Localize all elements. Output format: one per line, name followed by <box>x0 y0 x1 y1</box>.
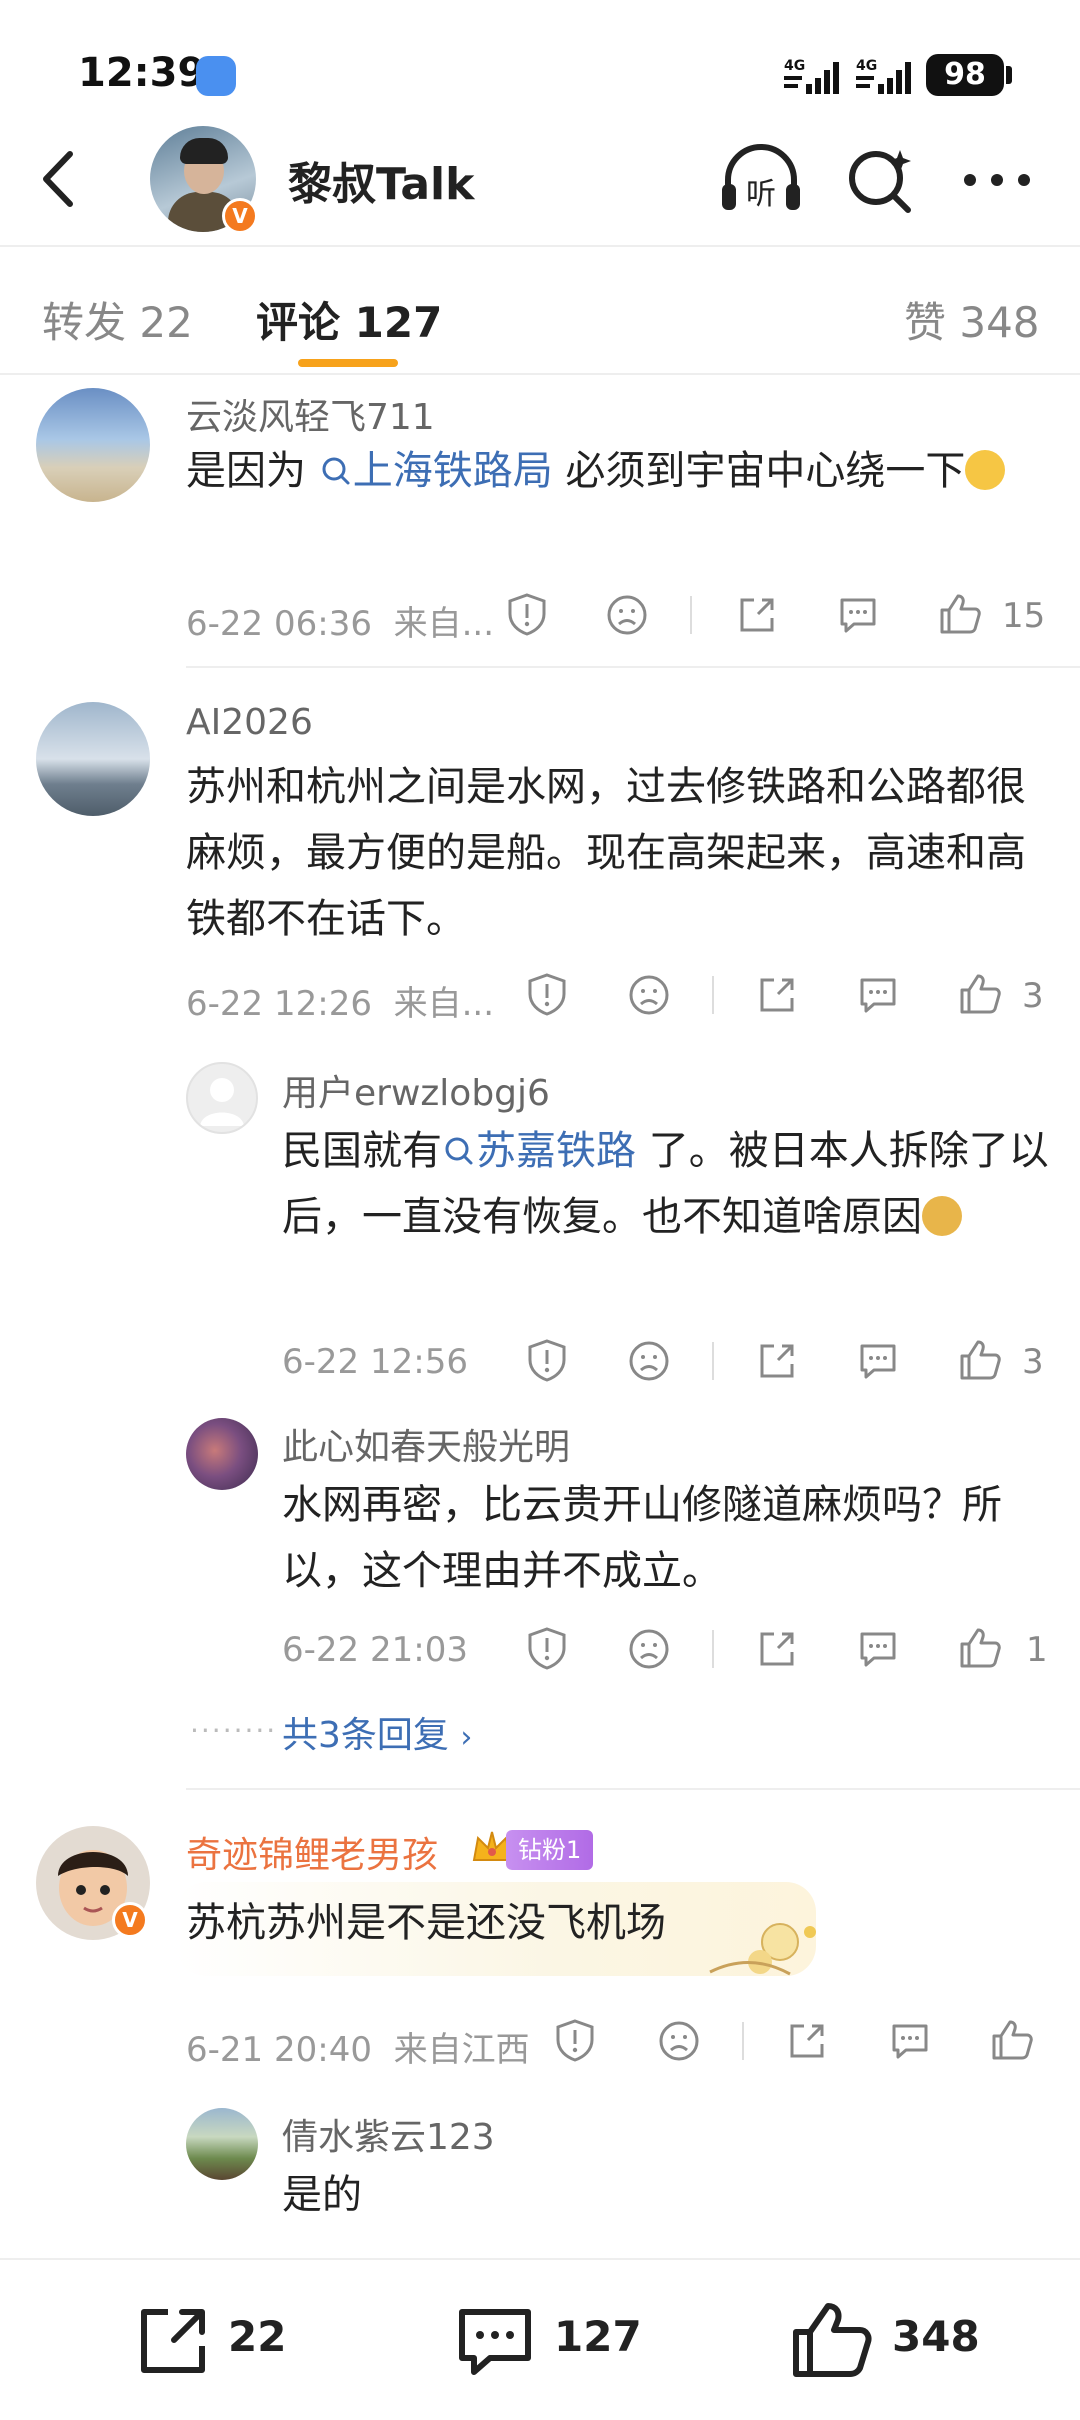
reply-time: 6-22 12:56 <box>282 1342 468 1382</box>
like-icon[interactable] <box>958 1626 1002 1670</box>
search-icon <box>445 1137 473 1165</box>
reply-icon[interactable] <box>856 1340 900 1382</box>
fan-level-badge[interactable]: 钻粉1 <box>506 1830 594 1870</box>
reply-icon[interactable] <box>836 594 880 636</box>
search-icon <box>322 457 350 485</box>
bottom-action-bar: 22 127 348 <box>0 2258 1080 2420</box>
search-icon[interactable] <box>846 146 916 216</box>
doge-emoji-icon <box>922 1196 962 1236</box>
reply-avatar[interactable] <box>186 1418 258 1490</box>
reply-text: 水网再密，比云贵开山修隧道麻烦吗？所以，这个理由并不成立。 <box>282 1482 1002 1594</box>
share-icon[interactable] <box>756 974 798 1016</box>
reply-avatar[interactable] <box>186 1062 258 1134</box>
report-icon[interactable] <box>526 972 568 1016</box>
like-icon[interactable] <box>990 2018 1034 2062</box>
svg-text:4G: 4G <box>784 58 805 74</box>
comment-text: 苏杭苏州是不是还没飞机场 <box>186 1900 666 1946</box>
report-icon[interactable] <box>526 1626 568 1670</box>
like-total: 348 <box>892 2312 980 2361</box>
like-count: 3 <box>1022 976 1044 1016</box>
page-title[interactable]: 黎叔Talk <box>288 148 474 212</box>
dislike-icon[interactable] <box>628 1340 670 1382</box>
status-bar: 12:39 4G 4G 98 <box>0 0 1080 130</box>
reply-icon[interactable] <box>856 974 900 1016</box>
dislike-icon[interactable] <box>628 974 670 1016</box>
message-notification-icon <box>196 56 236 96</box>
share-icon[interactable] <box>736 594 778 636</box>
dislike-icon[interactable] <box>658 2020 700 2062</box>
comment-count: 127 <box>554 2312 642 2361</box>
reply-icon[interactable] <box>888 2020 932 2062</box>
replies-connector: ········ <box>190 1714 278 1747</box>
repost-count: 22 <box>228 2312 287 2361</box>
comment-username[interactable]: 奇迹锦鲤老男孩 <box>186 1826 438 1878</box>
comment-username[interactable]: AI2026 <box>186 702 313 743</box>
comment-text: 苏州和杭州之间是水网，过去修铁路和公路都很麻烦，最方便的是船。现在高架起来，高速… <box>186 764 1026 942</box>
comment-avatar[interactable] <box>36 702 150 816</box>
comment-separator <box>186 1788 1080 1790</box>
report-icon[interactable] <box>554 2018 596 2062</box>
svg-text:4G: 4G <box>856 58 877 74</box>
like-icon[interactable] <box>938 592 982 636</box>
reply-text: 民国就有 苏嘉铁路 了。被日本人拆除了以后，一直没有恢复。也不知道啥原因 <box>282 1128 1049 1240</box>
like-count: 1 <box>1026 1630 1048 1670</box>
reply-username[interactable]: 用户erwzlobgj6 <box>282 1064 550 1116</box>
signal-icon-2: 4G <box>856 56 918 96</box>
comment-time: 6-22 12:26 来自... <box>186 984 495 1024</box>
divider <box>712 976 714 1014</box>
like-button[interactable] <box>790 2300 872 2380</box>
comment-time: 6-22 06:36 来自... <box>186 604 495 644</box>
battery-tip <box>1006 66 1012 84</box>
signal-icon: 4G <box>784 56 846 96</box>
listen-button[interactable]: 听 <box>718 144 804 214</box>
dislike-icon[interactable] <box>628 1628 670 1670</box>
divider <box>742 2022 744 2060</box>
reply-username[interactable]: 倩水紫云123 <box>282 2108 495 2160</box>
back-button[interactable] <box>34 144 84 214</box>
tab-reposts[interactable]: 转发 22 <box>42 289 193 350</box>
comment-username[interactable]: 云淡风轻飞711 <box>186 388 435 440</box>
comment-avatar[interactable] <box>36 388 150 502</box>
tab-bar: 转发 22 评论 127 赞 348 <box>0 245 1080 375</box>
comment-separator <box>186 666 1080 668</box>
share-icon[interactable] <box>756 1340 798 1382</box>
like-icon[interactable] <box>958 972 1002 1016</box>
laugh-cry-emoji-icon <box>965 450 1006 490</box>
verified-badge-icon: V <box>112 1902 148 1938</box>
share-icon[interactable] <box>786 2020 828 2062</box>
verified-badge-icon: V <box>222 198 258 234</box>
reply-icon[interactable] <box>856 1628 900 1670</box>
top-nav: V 黎叔Talk 听 <box>0 120 1080 245</box>
reply-username[interactable]: 此心如春天般光明 <box>282 1418 570 1470</box>
active-tab-indicator <box>298 359 398 367</box>
listen-label: 听 <box>746 177 776 212</box>
status-time: 12:39 <box>78 50 206 96</box>
topic-link[interactable]: 上海铁路局 <box>306 448 553 494</box>
like-count: 15 <box>1002 596 1046 636</box>
divider <box>712 1342 714 1380</box>
report-icon[interactable] <box>526 1338 568 1382</box>
share-icon[interactable] <box>756 1628 798 1670</box>
repost-button[interactable] <box>134 2304 214 2380</box>
divider <box>712 1630 714 1668</box>
comment-time: 6-21 20:40 来自江西 <box>186 2030 530 2070</box>
reply-text: 是的 <box>282 2172 362 2218</box>
topic-link[interactable]: 苏嘉铁路 <box>442 1128 636 1174</box>
comment-text: 是因为 上海铁路局 必须到宇宙中心绕一下 <box>186 438 1026 504</box>
divider <box>690 596 692 634</box>
reply-avatar[interactable] <box>186 2108 258 2180</box>
tab-likes[interactable]: 赞 348 <box>904 289 1040 350</box>
report-icon[interactable] <box>506 592 548 636</box>
battery-indicator: 98 <box>926 54 1004 96</box>
reply-time: 6-22 21:03 <box>282 1630 468 1670</box>
tab-comments[interactable]: 评论 127 <box>256 289 442 350</box>
view-more-replies-link[interactable]: 共3条回复 › <box>282 1706 472 1758</box>
comment-button[interactable] <box>454 2304 536 2380</box>
dislike-icon[interactable] <box>606 594 648 636</box>
like-icon[interactable] <box>958 1338 1002 1382</box>
like-count: 3 <box>1022 1342 1044 1382</box>
more-icon[interactable] <box>962 170 1032 190</box>
